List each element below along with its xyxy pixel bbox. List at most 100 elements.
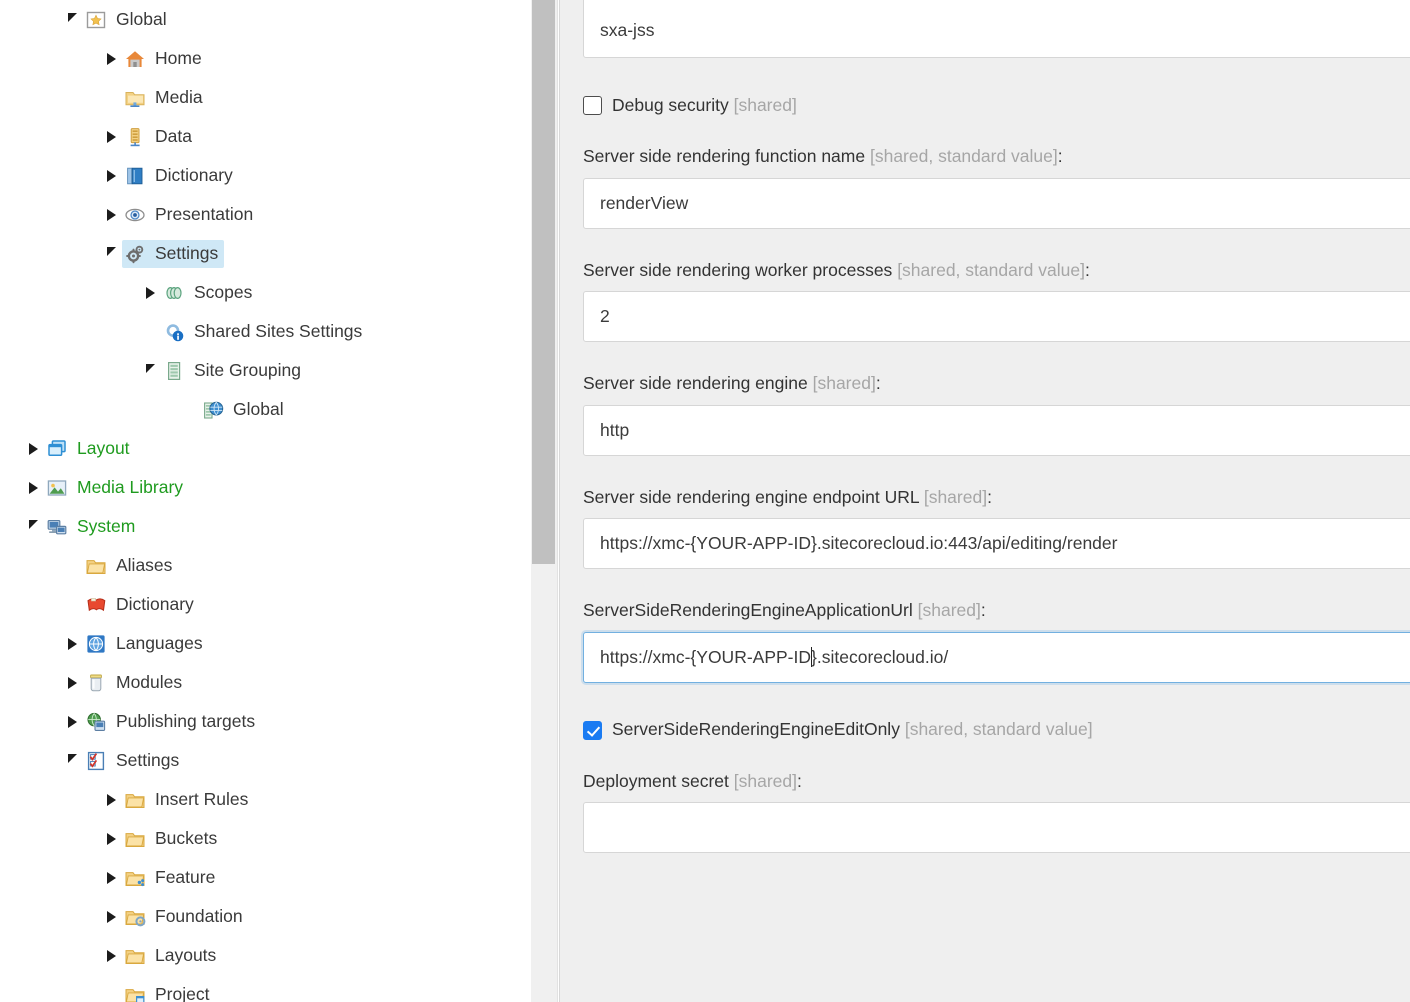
tree-item-body[interactable]: Settings bbox=[83, 747, 185, 775]
deployment-secret-field[interactable] bbox=[583, 802, 1410, 853]
tree-item-foundation[interactable]: Foundation bbox=[0, 897, 531, 936]
expand-arrow-icon[interactable] bbox=[61, 663, 83, 702]
tree-item-label: Global bbox=[233, 398, 284, 419]
tree-item-selected[interactable]: Settings bbox=[122, 239, 225, 268]
expand-arrow-icon[interactable] bbox=[100, 117, 122, 156]
tree-item-feature[interactable]: Feature bbox=[0, 858, 531, 897]
tree-item-body[interactable]: Languages bbox=[83, 630, 209, 658]
tree-item-global[interactable]: Global bbox=[0, 0, 531, 39]
tree-item-body[interactable]: Scopes bbox=[161, 279, 258, 307]
expand-arrow-icon[interactable] bbox=[100, 195, 122, 234]
tree-item-data[interactable]: Data bbox=[0, 117, 531, 156]
tree-item-body[interactable]: Media Library bbox=[44, 474, 189, 502]
checkbox-label-text: ServerSideRenderingEngineEditOnly bbox=[612, 719, 900, 740]
expand-arrow-icon[interactable] bbox=[139, 273, 161, 312]
ssr-worker-processes-field[interactable]: 2 bbox=[583, 291, 1410, 342]
tree-item-body[interactable]: Presentation bbox=[122, 201, 259, 229]
tree-item-body[interactable]: Feature bbox=[122, 864, 221, 892]
ssr-engine-endpoint-url-field-label: Server side rendering engine endpoint UR… bbox=[583, 488, 1410, 507]
project-folder-icon bbox=[124, 984, 146, 1002]
tree-item-system[interactable]: System bbox=[0, 507, 531, 546]
collapse-arrow-icon[interactable] bbox=[61, 0, 83, 39]
ssr-engine-edit-only-checkbox[interactable]: ServerSideRenderingEngineEditOnly [share… bbox=[583, 719, 1410, 740]
tree-item-body[interactable]: Shared Sites Settings bbox=[161, 318, 368, 346]
input-value: sxa-jss bbox=[600, 20, 655, 40]
field-shared-tag: [shared] bbox=[733, 94, 797, 115]
collapse-arrow-icon[interactable] bbox=[61, 741, 83, 780]
expand-arrow-icon[interactable] bbox=[100, 39, 122, 78]
tree-item-languages[interactable]: Languages bbox=[0, 624, 531, 663]
tree-item-body[interactable]: Site Grouping bbox=[161, 357, 307, 385]
tree-item-settings[interactable]: Settings bbox=[0, 234, 531, 273]
field-list: sxa-jss Debug security [shared] Server sid… bbox=[583, 0, 1410, 853]
tree-item-body[interactable]: Data bbox=[122, 123, 198, 151]
tree-item-media[interactable]: Media bbox=[0, 78, 531, 117]
scrollbar-thumb[interactable] bbox=[532, 0, 555, 564]
expand-arrow-icon[interactable] bbox=[100, 897, 122, 936]
tree-item-buckets[interactable]: Buckets bbox=[0, 819, 531, 858]
tree-item-insert-rules[interactable]: Insert Rules bbox=[0, 780, 531, 819]
tree-item-body[interactable]: Dictionary bbox=[83, 591, 200, 619]
tree-item-body[interactable]: Publishing targets bbox=[83, 708, 261, 736]
tree-item-body[interactable]: Layout bbox=[44, 435, 136, 463]
tree-item-site-grouping[interactable]: Site Grouping bbox=[0, 351, 531, 390]
field-label-colon: : bbox=[875, 373, 881, 393]
ssr-engine-field-label: Server side rendering engine [shared]: bbox=[583, 373, 1410, 393]
expand-arrow-icon[interactable] bbox=[100, 156, 122, 195]
expand-arrow-icon[interactable] bbox=[61, 624, 83, 663]
field-label-colon: : bbox=[797, 770, 802, 791]
ssr-function-name-field[interactable]: renderView bbox=[583, 177, 1410, 229]
collapse-arrow-icon[interactable] bbox=[139, 351, 161, 390]
content-tree-scrollbar[interactable] bbox=[531, 0, 557, 1002]
expand-arrow-icon[interactable] bbox=[61, 702, 83, 741]
ssr-engine-application-url-field[interactable]: https://xmc-{YOUR-APP-ID}.sitecorecloud.… bbox=[583, 631, 1410, 683]
tree-item-body[interactable]: Dictionary bbox=[122, 162, 239, 190]
tree-item-body[interactable]: Media bbox=[122, 84, 209, 112]
expand-arrow-icon[interactable] bbox=[22, 429, 44, 468]
ssr-engine-field[interactable]: http bbox=[583, 404, 1410, 456]
tree-item-publishing-targets[interactable]: Publishing targets bbox=[0, 702, 531, 741]
tree-item-label: Settings bbox=[155, 242, 219, 263]
tree-item-home[interactable]: Home bbox=[0, 39, 531, 78]
tree-item-media-library[interactable]: Media Library bbox=[0, 468, 531, 507]
debug-security-checkbox[interactable]: Debug security [shared] bbox=[583, 96, 1410, 115]
tree-item-shared-sites-settings[interactable]: Shared Sites Settings bbox=[0, 312, 531, 351]
tree-item-settings[interactable]: Settings bbox=[0, 741, 531, 780]
field-shared-tag: [shared, standard value] bbox=[904, 719, 1093, 740]
tree-item-aliases[interactable]: Aliases bbox=[0, 546, 531, 585]
collapse-arrow-icon[interactable] bbox=[22, 507, 44, 546]
expand-arrow-icon[interactable] bbox=[100, 780, 122, 819]
tree-item-label: Foundation bbox=[155, 905, 243, 926]
collapse-arrow-icon[interactable] bbox=[100, 234, 122, 273]
tree-item-body[interactable]: Insert Rules bbox=[122, 786, 254, 814]
tree-item-layouts[interactable]: Layouts bbox=[0, 936, 531, 975]
tree-item-presentation[interactable]: Presentation bbox=[0, 195, 531, 234]
expand-arrow-icon[interactable] bbox=[100, 858, 122, 897]
ssr-engine-endpoint-url-field[interactable]: https://xmc-{YOUR-APP-ID}.sitecorecloud.… bbox=[583, 518, 1410, 569]
tree-item-dictionary[interactable]: Dictionary bbox=[0, 585, 531, 624]
site-name-field[interactable]: sxa-jss bbox=[583, 0, 1410, 58]
tree-item-body[interactable]: Buckets bbox=[122, 825, 223, 853]
expand-arrow-icon[interactable] bbox=[22, 468, 44, 507]
tree-item-layout[interactable]: Layout bbox=[0, 429, 531, 468]
tree-item-label: Publishing targets bbox=[116, 710, 256, 731]
tree-item-scopes[interactable]: Scopes bbox=[0, 273, 531, 312]
expand-arrow-icon[interactable] bbox=[100, 819, 122, 858]
tree-item-body[interactable]: Modules bbox=[83, 669, 188, 697]
checkbox-checked-icon[interactable] bbox=[583, 720, 602, 740]
tree-item-body[interactable]: Project bbox=[122, 981, 215, 1002]
tree-item-dictionary[interactable]: Dictionary bbox=[0, 156, 531, 195]
tree-item-body[interactable]: System bbox=[44, 513, 141, 541]
tree-item-global[interactable]: Global bbox=[0, 390, 531, 429]
tree-item-body[interactable]: Aliases bbox=[83, 552, 178, 580]
tree-item-modules[interactable]: Modules bbox=[0, 663, 531, 702]
tree-item-body[interactable]: Global bbox=[83, 6, 173, 34]
tree-item-body[interactable]: Global bbox=[200, 396, 290, 424]
tree-item-body[interactable]: Foundation bbox=[122, 903, 249, 931]
expand-arrow-icon[interactable] bbox=[100, 936, 122, 975]
tree-item-body[interactable]: Layouts bbox=[122, 942, 222, 970]
checkbox-unchecked-icon[interactable] bbox=[583, 96, 602, 115]
tree-item-body[interactable]: Home bbox=[122, 45, 208, 73]
dictionary-book-icon bbox=[124, 165, 146, 187]
tree-item-project[interactable]: Project bbox=[0, 975, 531, 1002]
